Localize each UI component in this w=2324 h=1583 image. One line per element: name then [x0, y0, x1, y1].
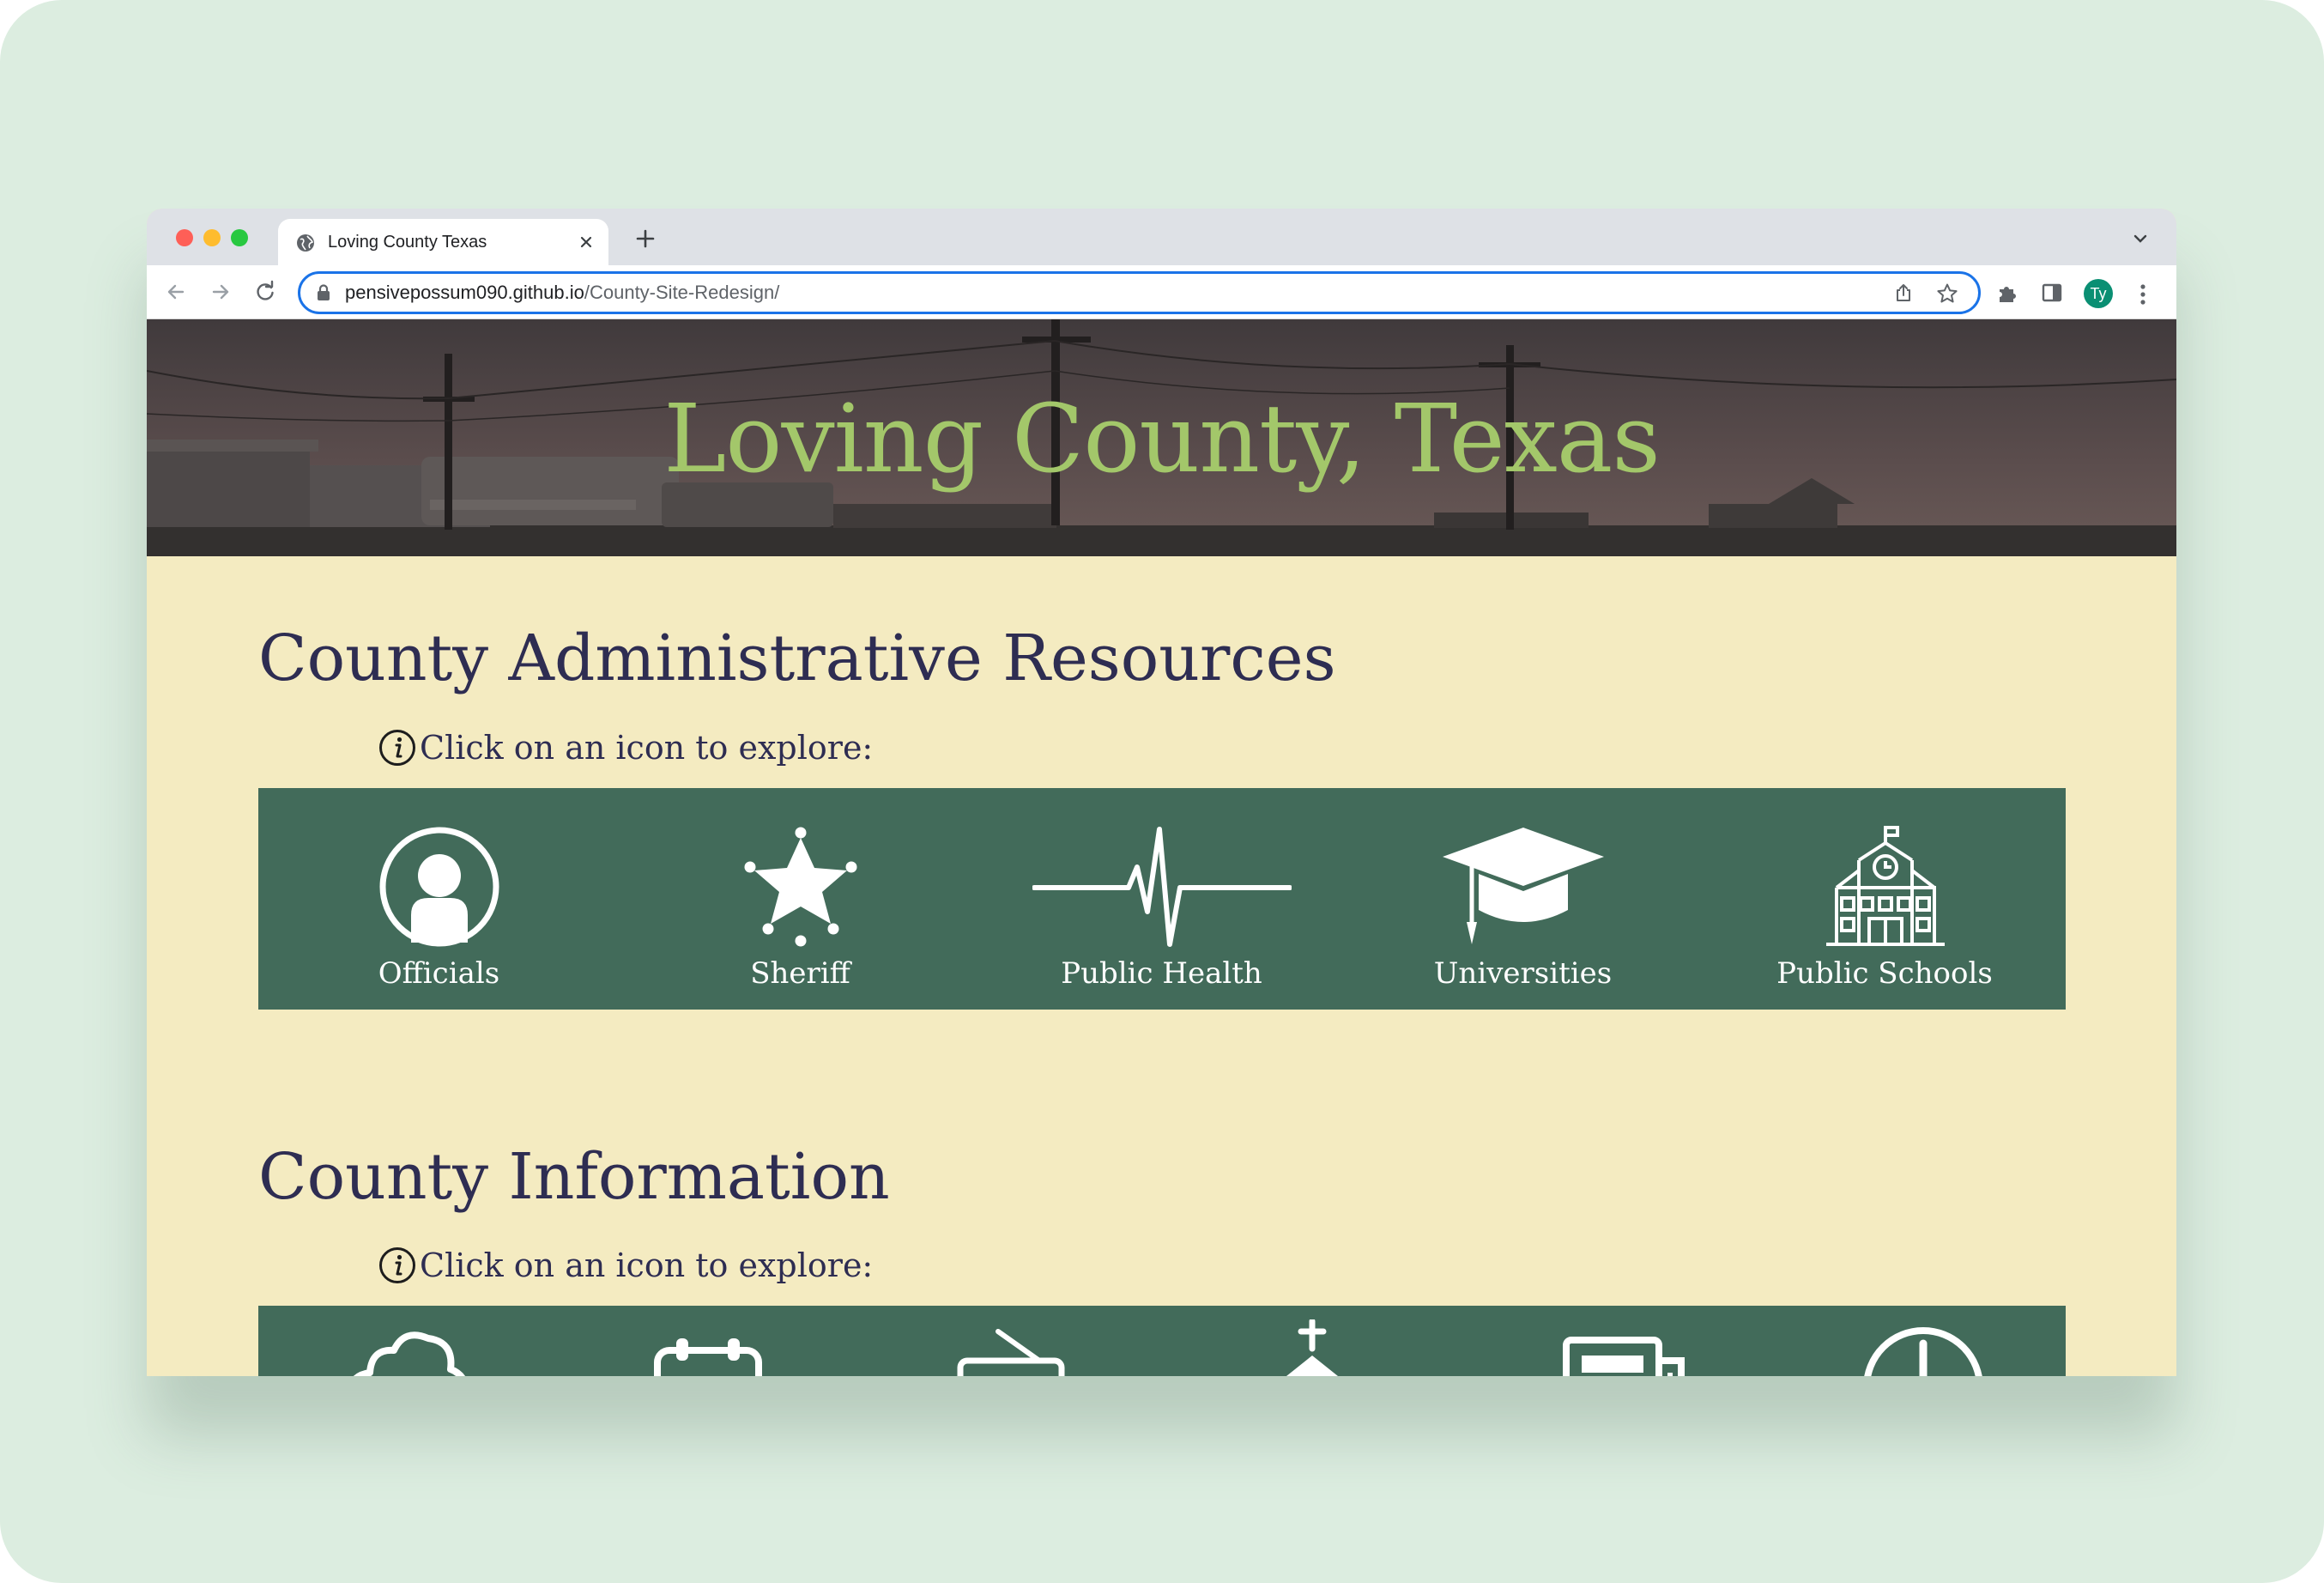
county-information-heading: County Information	[258, 1140, 890, 1214]
screenshot-backdrop: Loving County Texas pensivepossum090.git…	[0, 0, 2324, 1583]
address-bar[interactable]: pensivepossum090.github.io/County-Site-R…	[298, 271, 1981, 314]
news-link[interactable]	[1463, 1306, 1764, 1376]
browser-toolbar: pensivepossum090.github.io/County-Site-R…	[147, 265, 2176, 319]
tab-strip: Loving County Texas	[147, 209, 2176, 265]
share-icon[interactable]	[1893, 282, 1914, 303]
universities-link[interactable]: Universities	[1342, 788, 1704, 1010]
public-schools-link[interactable]: Public Schools	[1704, 788, 2066, 1010]
side-panel-icon[interactable]	[2041, 282, 2063, 304]
hint-text: Click on an icon to explore:	[420, 1246, 874, 1284]
calendar-icon	[654, 1338, 762, 1376]
info-icon	[379, 730, 415, 766]
radio-icon	[957, 1329, 1065, 1376]
hero-banner: Loving County, Texas	[147, 319, 2176, 556]
info-hint: Click on an icon to explore:	[378, 1244, 996, 1287]
back-arrow-icon[interactable]	[164, 280, 188, 304]
officials-link[interactable]: Officials	[258, 788, 620, 1010]
kebab-menu-icon[interactable]	[2134, 282, 2152, 306]
tab-title: Loving County Texas	[328, 233, 487, 252]
public-schools-label: Public Schools	[1776, 956, 1993, 991]
reload-icon[interactable]	[253, 280, 277, 304]
sheriff-label: Sheriff	[750, 956, 850, 991]
profile-avatar[interactable]: Ty	[2084, 279, 2113, 308]
globe-icon	[297, 234, 314, 252]
forward-arrow-icon[interactable]	[209, 280, 233, 304]
hours-link[interactable]	[1764, 1306, 2066, 1376]
radio-link[interactable]	[861, 1306, 1162, 1376]
puzzle-icon[interactable]	[1996, 281, 2020, 305]
public-health-link[interactable]: Public Health	[981, 788, 1342, 1010]
star-icon[interactable]	[1936, 282, 1958, 305]
sheriff-link[interactable]: Sheriff	[620, 788, 981, 1010]
universities-label: Universities	[1433, 956, 1613, 991]
clock-icon	[1864, 1327, 1982, 1376]
officials-label: Officials	[378, 956, 500, 991]
hint-text: Click on an icon to explore:	[420, 729, 874, 767]
site-title: Loving County, Texas	[663, 384, 1661, 494]
minimize-window-button[interactable]	[203, 229, 221, 246]
admin-icon-bar: Officials Sheriff Public Health Universi…	[258, 788, 2066, 1010]
graduation-cap-icon	[1443, 828, 1604, 944]
browser-window: Loving County Texas pensivepossum090.git…	[147, 209, 2176, 1376]
maximize-window-button[interactable]	[231, 229, 248, 246]
admin-resources-heading: County Administrative Resources	[258, 622, 1336, 695]
cloud-icon	[354, 1331, 465, 1376]
browser-tab[interactable]: Loving County Texas	[278, 219, 608, 265]
plus-icon[interactable]	[634, 227, 657, 250]
school-building-icon	[1826, 826, 1945, 946]
info-icon-bar	[258, 1306, 2066, 1376]
lock-icon[interactable]	[316, 284, 331, 301]
page-viewport[interactable]: Loving County, Texas County Administrati…	[147, 319, 2176, 1376]
public-health-label: Public Health	[1061, 956, 1262, 991]
close-window-button[interactable]	[176, 229, 193, 246]
churches-link[interactable]	[1162, 1306, 1463, 1376]
info-icon	[379, 1247, 415, 1283]
newspaper-icon	[1563, 1337, 1685, 1376]
url-path: /County-Site-Redesign/	[584, 282, 780, 303]
heartbeat-icon	[1032, 827, 1292, 947]
url-host: pensivepossum090.github.io	[345, 282, 584, 303]
church-icon	[1286, 1319, 1338, 1376]
sheriff-star-icon	[744, 827, 857, 947]
admin-hint: Click on an icon to explore:	[378, 726, 996, 769]
weather-link[interactable]	[258, 1306, 560, 1376]
url-text[interactable]: pensivepossum090.github.io/County-Site-R…	[345, 281, 779, 305]
chevron-down-icon[interactable]	[2131, 229, 2150, 248]
close-icon[interactable]	[577, 233, 596, 252]
person-icon	[379, 827, 499, 947]
events-link[interactable]	[560, 1306, 861, 1376]
